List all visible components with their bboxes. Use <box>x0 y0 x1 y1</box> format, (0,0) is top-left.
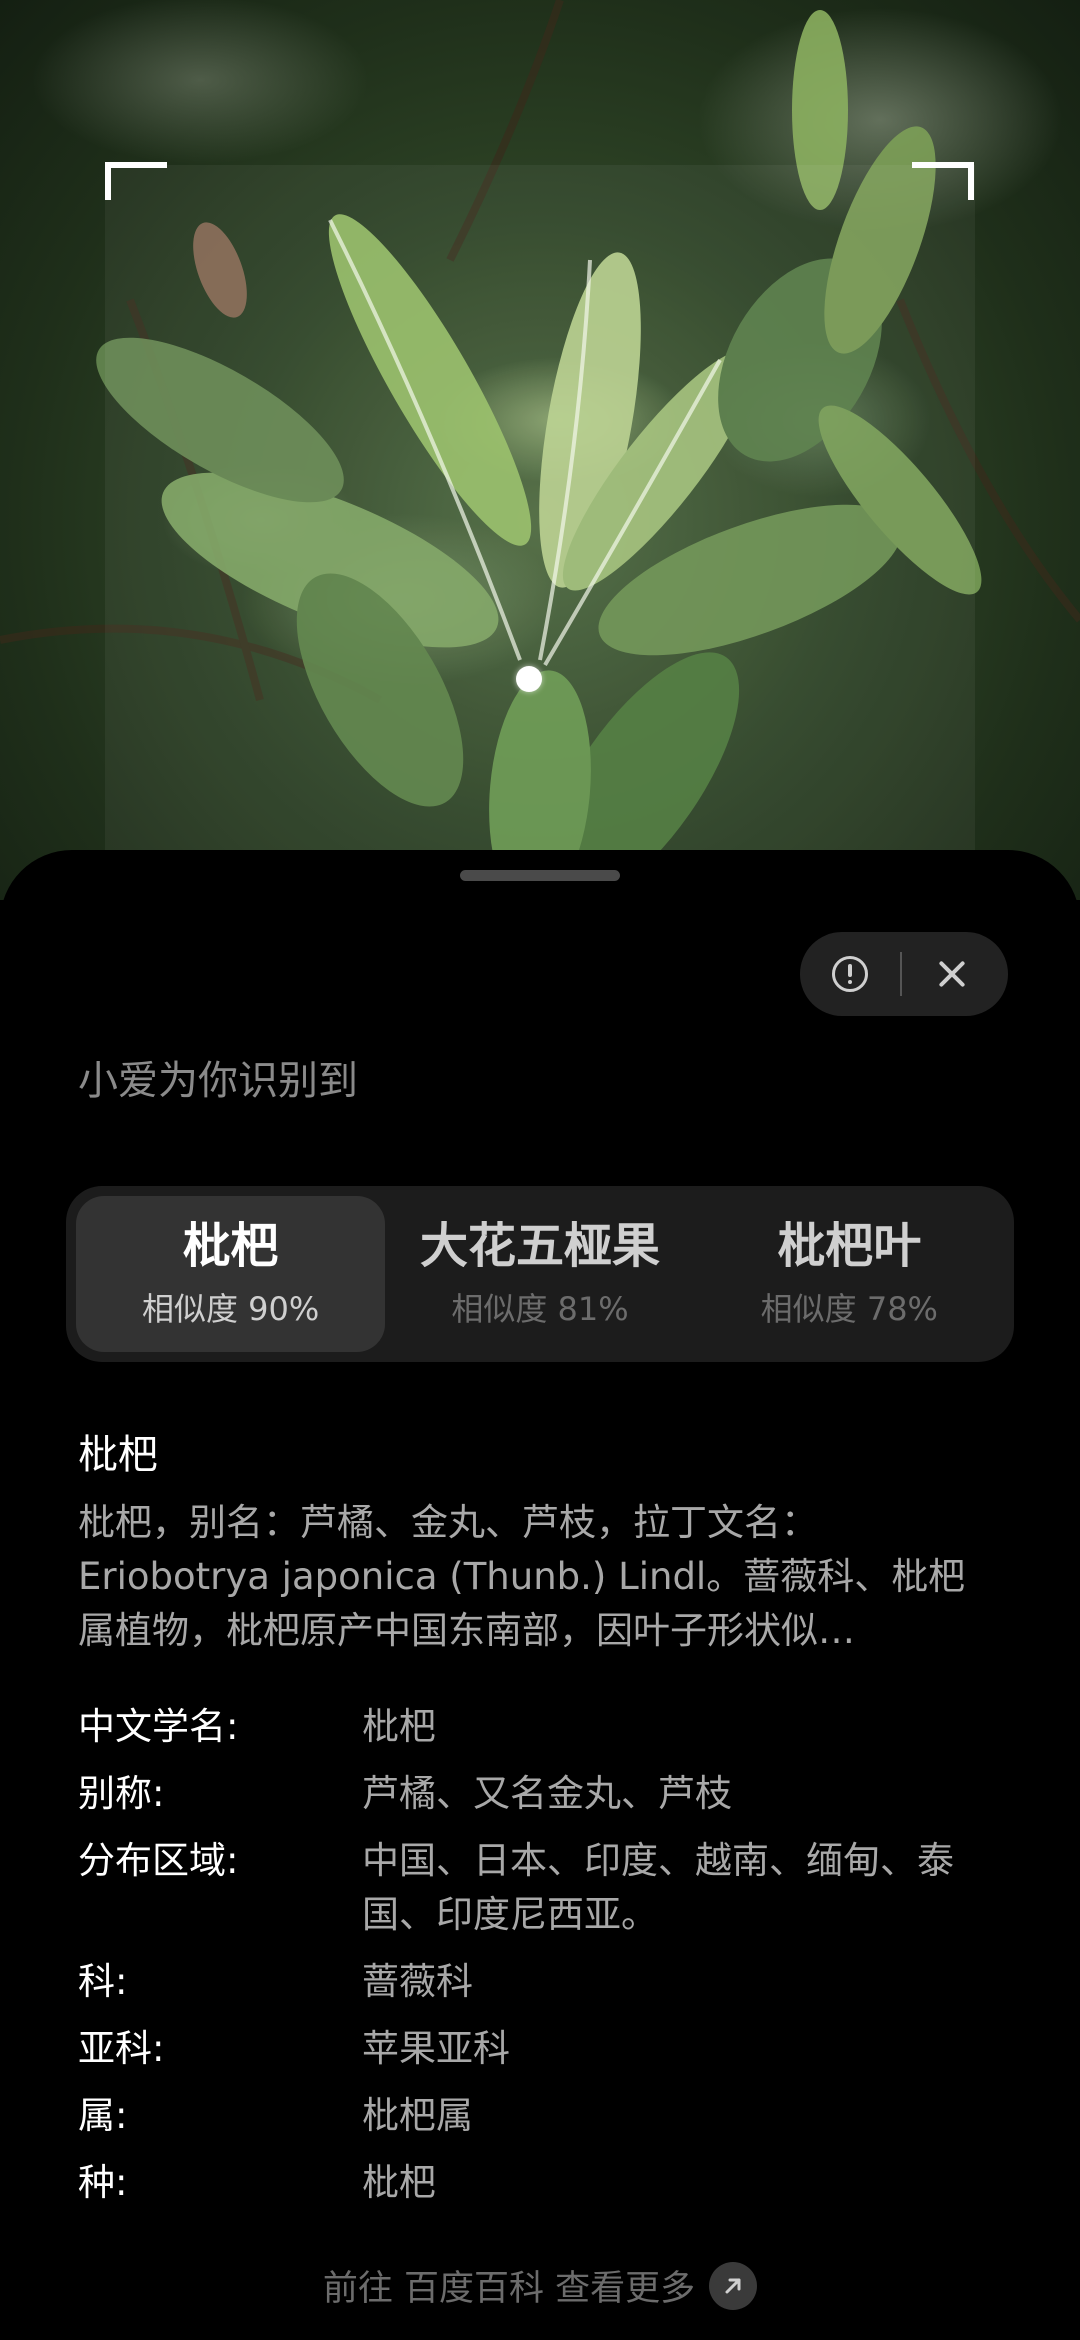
baike-link-text: 前往 百度百科 查看更多 <box>322 2269 696 2309</box>
info-row: 科: 蔷薇科 <box>78 1955 1018 2009</box>
focus-point[interactable] <box>516 666 542 692</box>
close-button[interactable] <box>902 932 1002 1016</box>
candidate-tab-loquat[interactable]: 枇杷 相似度 90% <box>76 1196 386 1352</box>
info-row: 属: 枇杷属 <box>78 2089 1018 2143</box>
drag-handle[interactable] <box>460 870 620 881</box>
action-pill <box>800 932 1008 1016</box>
candidate-similarity: 相似度 78% <box>760 1289 938 1328</box>
info-value: 中国、日本、印度、越南、缅甸、泰国、印度尼西亚。 <box>362 1839 954 1936</box>
info-value: 枇杷 <box>362 1705 436 1748</box>
info-key: 分布区域: <box>78 1839 239 1882</box>
arrow-up-right-icon <box>709 2261 758 2310</box>
info-value: 蔷薇科 <box>362 1960 473 2003</box>
result-bottom-sheet: 小爱为你识别到 枇杷 相似度 90% 大花五桠果 相似度 81% 枇杷叶 相似度… <box>0 850 1080 2340</box>
recognition-subtitle: 小爱为你识别到 <box>78 1058 358 1104</box>
info-key: 中文学名: <box>78 1705 239 1748</box>
alert-circle-icon <box>832 956 868 992</box>
info-value: 枇杷属 <box>362 2094 473 2137</box>
baike-link[interactable]: 前往 百度百科 查看更多 <box>0 2260 1080 2311</box>
candidate-name: 大花五桠果 <box>419 1218 660 1275</box>
info-key: 种: <box>78 2161 128 2204</box>
candidate-tab-loquat-leaf[interactable]: 枇杷叶 相似度 78% <box>695 1196 1004 1352</box>
camera-viewfinder[interactable] <box>0 0 1080 900</box>
candidate-name: 枇杷叶 <box>777 1218 922 1275</box>
candidate-name: 枇杷 <box>182 1218 279 1275</box>
info-row: 种: 枇杷 <box>78 2156 1018 2210</box>
info-key: 属: <box>78 2094 128 2137</box>
feedback-button[interactable] <box>800 932 900 1016</box>
scan-frame-corner-top-left <box>105 162 167 200</box>
info-key: 亚科: <box>78 2027 165 2070</box>
info-key: 别称: <box>78 1772 165 1815</box>
info-value: 苹果亚科 <box>362 2027 510 2070</box>
candidate-similarity: 相似度 90% <box>142 1289 320 1328</box>
info-row: 中文学名: 枇杷 <box>78 1700 1018 1754</box>
info-key: 科: <box>78 1960 128 2003</box>
scan-area-overlay <box>105 165 975 900</box>
info-row: 分布区域: 中国、日本、印度、越南、缅甸、泰国、印度尼西亚。 <box>78 1834 1018 1942</box>
detail-title: 枇杷 <box>78 1432 158 1478</box>
info-value: 枇杷 <box>362 2161 436 2204</box>
candidate-similarity: 相似度 81% <box>451 1289 629 1328</box>
detail-description[interactable]: 枇杷，别名：芦橘、金丸、芦枝，拉丁文名：Eriobotrya japonica … <box>78 1496 998 1658</box>
scan-frame-corner-top-right <box>912 162 974 200</box>
close-icon <box>937 959 967 989</box>
info-row: 别称: 芦橘、又名金丸、芦枝 <box>78 1767 1018 1821</box>
info-value: 芦橘、又名金丸、芦枝 <box>362 1772 732 1815</box>
info-table: 中文学名: 枇杷 别称: 芦橘、又名金丸、芦枝 分布区域: 中国、日本、印度、越… <box>78 1700 1018 2223</box>
info-row: 亚科: 苹果亚科 <box>78 2022 1018 2076</box>
candidate-tabs: 枇杷 相似度 90% 大花五桠果 相似度 81% 枇杷叶 相似度 78% <box>66 1186 1014 1362</box>
candidate-tab-dillenia[interactable]: 大花五桠果 相似度 81% <box>385 1196 694 1352</box>
